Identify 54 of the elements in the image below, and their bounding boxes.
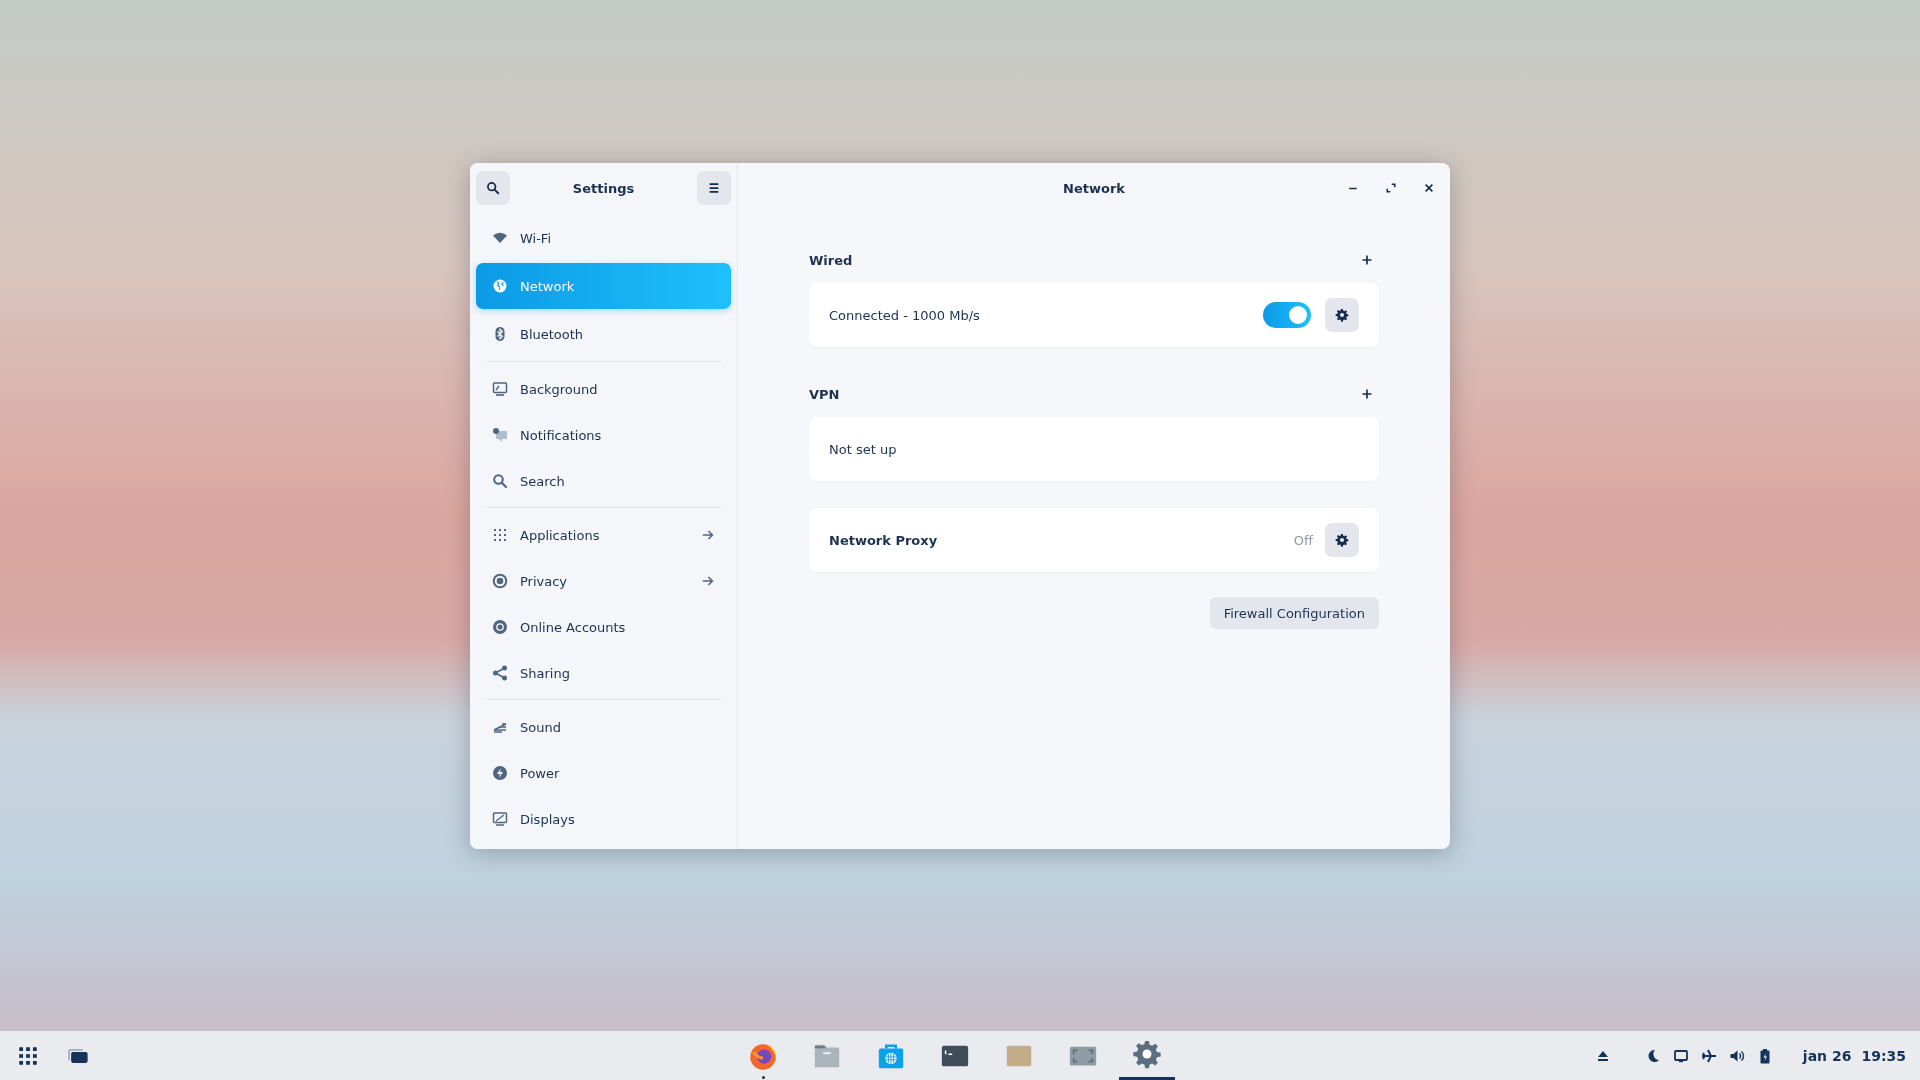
section-heading: VPN xyxy=(809,386,840,402)
sidebar-title: Settings xyxy=(572,180,635,196)
section-heading: Wired xyxy=(809,252,853,268)
display-icon xyxy=(492,811,508,827)
clock[interactable]: jan 26 19:35 xyxy=(1802,1047,1906,1064)
sidebar-item[interactable]: Wi-Fi xyxy=(476,215,731,261)
clock-date: jan 26 xyxy=(1802,1047,1852,1064)
menu-icon xyxy=(707,181,721,195)
gear-icon xyxy=(1132,1039,1162,1069)
arrow-right-icon xyxy=(701,574,715,588)
sidebar-item[interactable]: Power xyxy=(476,750,731,796)
grid-icon xyxy=(492,527,508,543)
close-icon xyxy=(1423,182,1435,194)
bluetooth-icon xyxy=(492,326,508,342)
running-indicator xyxy=(762,1076,765,1079)
toggle-switch[interactable] xyxy=(1263,302,1311,328)
airplane-icon xyxy=(1700,1047,1717,1064)
setting-label: Network Proxy xyxy=(829,532,939,548)
arrow-right-icon xyxy=(701,528,715,542)
sidebar-item[interactable]: Applications xyxy=(476,512,731,558)
sidebar-item[interactable]: Sound xyxy=(476,704,731,750)
sidebar-item[interactable]: Sharing xyxy=(476,650,731,696)
settings-icon xyxy=(1335,533,1349,547)
sidebar-item[interactable]: Displays xyxy=(476,796,731,842)
sidebar-item[interactable]: Bluetooth xyxy=(476,311,731,357)
search-button[interactable] xyxy=(476,171,510,205)
setting-value: Off xyxy=(1293,532,1313,548)
sidebar-item[interactable]: Privacy xyxy=(476,558,731,604)
screen-icon xyxy=(1672,1047,1689,1064)
search-icon xyxy=(486,181,500,195)
search-icon xyxy=(492,473,508,489)
plus-icon xyxy=(1361,254,1373,266)
notification-icon xyxy=(492,427,508,443)
monitor-icon xyxy=(492,381,508,397)
window-title: Network xyxy=(1063,180,1125,196)
plus-icon xyxy=(1361,388,1373,400)
sidebar-item[interactable]: Background xyxy=(476,366,731,412)
sidebar-item[interactable]: Notifications xyxy=(476,412,731,458)
connection-status: Connected - 1000 Mb/s xyxy=(829,307,981,323)
clock-time: 19:35 xyxy=(1861,1047,1906,1064)
app-grid-icon xyxy=(18,1045,38,1066)
share-icon xyxy=(492,665,508,681)
firewall-button[interactable]: Firewall Configuration xyxy=(1209,597,1379,629)
settings-button[interactable] xyxy=(1325,298,1359,332)
maximize-icon xyxy=(1385,182,1397,194)
lightning-icon xyxy=(492,765,508,781)
target-icon xyxy=(492,573,508,589)
globe-icon xyxy=(492,278,508,294)
settings-button[interactable] xyxy=(1325,523,1359,557)
settings-icon xyxy=(1335,308,1349,322)
menu-button[interactable] xyxy=(697,171,731,205)
sidebar-item[interactable]: Search xyxy=(476,458,731,504)
sidebar-item[interactable]: Online Accounts xyxy=(476,604,731,650)
empty-state-text: Not set up xyxy=(829,441,898,457)
